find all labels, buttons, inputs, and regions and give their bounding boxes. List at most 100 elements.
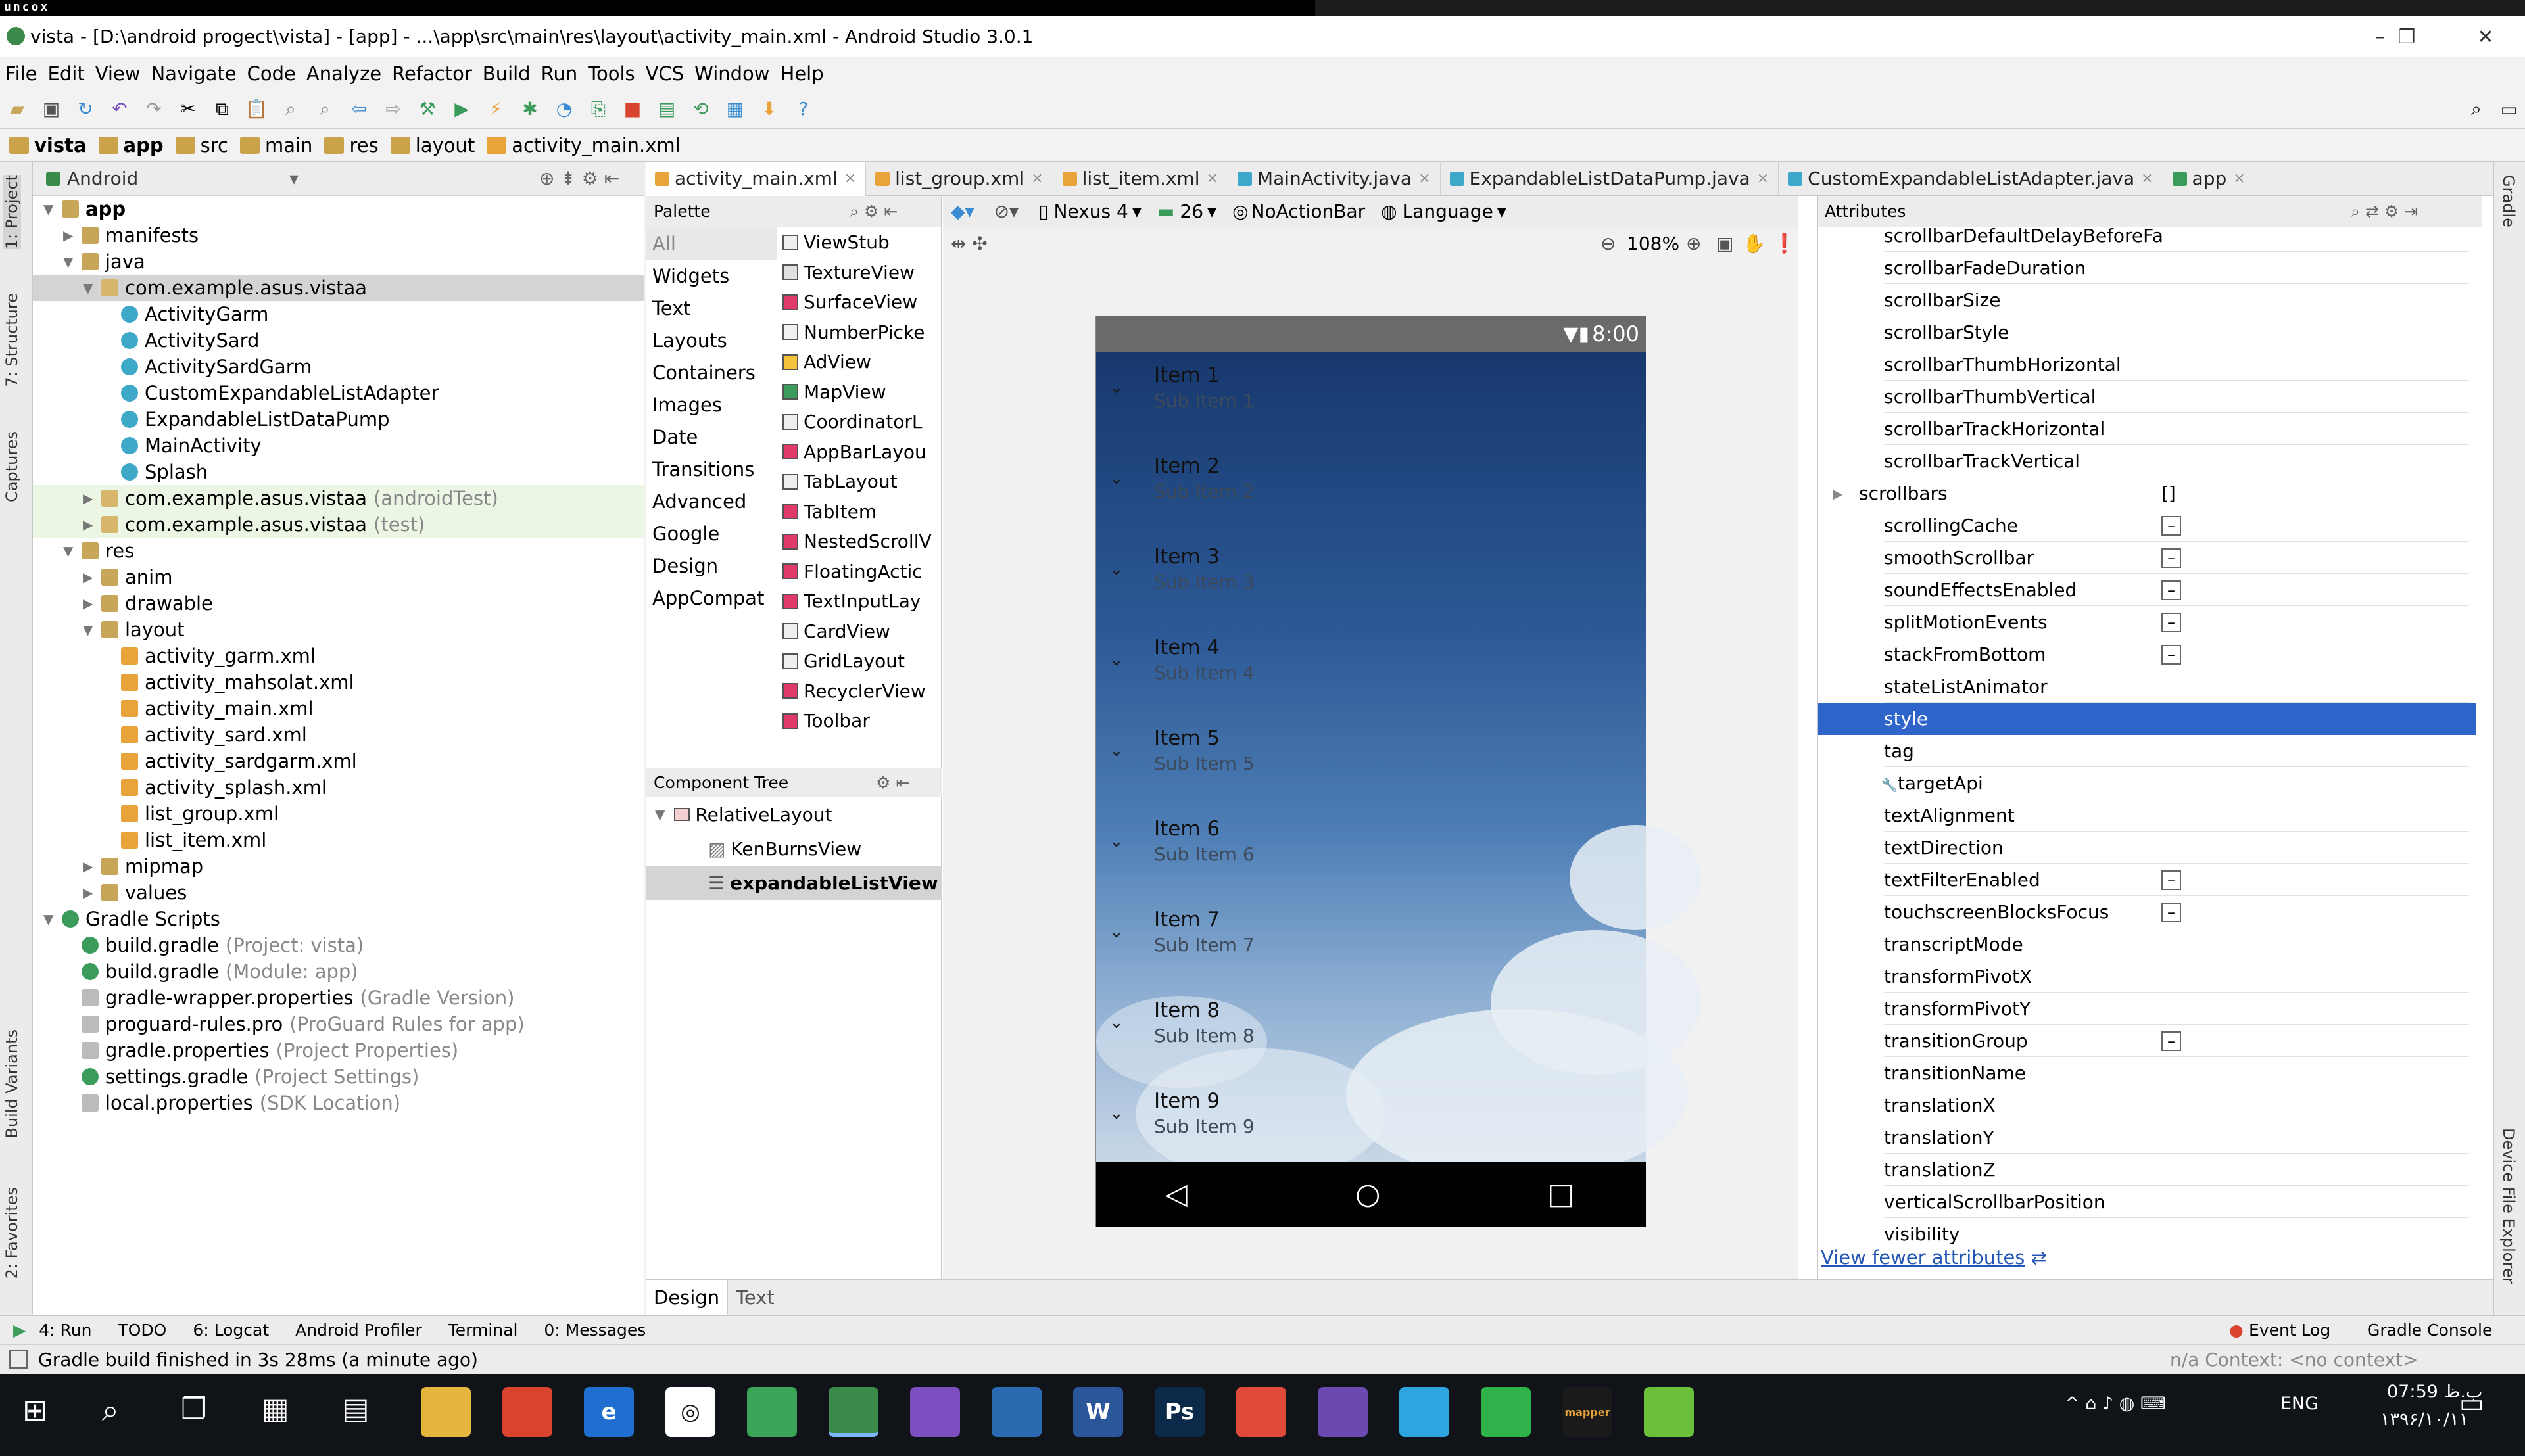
palette-category[interactable]: Advanced (646, 485, 777, 517)
palette-category[interactable]: Images (646, 388, 777, 421)
tree-item[interactable]: MainActivity (33, 433, 644, 459)
menu-view[interactable]: View (95, 62, 141, 85)
list-item[interactable]: ⌄ Item 8 Sub Item 8 (1096, 987, 1646, 1077)
theme-selector[interactable]: NoActionBar (1251, 200, 1366, 222)
attribute-checkbox[interactable]: – (2161, 644, 2181, 665)
close-icon[interactable]: × (1031, 170, 1043, 187)
tree-item[interactable]: gradle-wrapper.properties (Gradle Version… (33, 985, 644, 1011)
chevron-icon[interactable]: ▶ (83, 858, 101, 874)
palette-item[interactable]: CoordinatorL (782, 407, 942, 437)
chevron-icon[interactable]: ▶ (83, 596, 101, 611)
attribute-row[interactable]: scrollbarTrackHorizontal (1818, 413, 2476, 445)
list-item[interactable]: ⌄ Item 2 Sub Item 2 (1096, 442, 1646, 533)
menu-refactor[interactable]: Refactor (392, 62, 472, 85)
chevron-icon[interactable]: ▼ (63, 254, 82, 270)
search-icon[interactable]: ⌕ ⇄ ⚙ ⇥ (2351, 202, 2418, 222)
attribute-checkbox[interactable]: – (2161, 548, 2181, 568)
palette-category[interactable]: Google (646, 517, 777, 550)
palette-category[interactable]: Layouts (646, 324, 777, 356)
tab-mainactivity-java[interactable]: MainActivity.java × (1228, 161, 1441, 196)
back-icon[interactable]: ⇦ (346, 96, 372, 122)
palette-item[interactable]: TabItem (782, 497, 942, 527)
tree-item[interactable]: ▼ java (33, 248, 644, 275)
attribute-row[interactable]: smoothScrollbar – (1818, 542, 2476, 574)
media-icon[interactable]: ◎ (665, 1387, 715, 1437)
pan-icon[interactable]: ⇹ ✣ (951, 233, 988, 254)
photoshop-icon[interactable]: Ps (1155, 1387, 1205, 1437)
avd-manager-icon[interactable]: ▤ (654, 96, 680, 122)
chevron-right-icon[interactable]: ▶ (1833, 486, 1842, 502)
chevron-icon[interactable]: ▶ (63, 227, 82, 243)
palette-item[interactable]: TabLayout (782, 467, 942, 497)
word-icon[interactable]: W (1073, 1387, 1123, 1437)
chevron-icon[interactable]: ▶ (83, 885, 101, 901)
find-icon[interactable]: ⌕ (277, 96, 304, 122)
chevron-icon[interactable]: ▶ (83, 569, 101, 585)
close-button[interactable]: ✕ (2459, 22, 2512, 52)
chevron-icon[interactable]: ▼ (83, 622, 101, 638)
tree-item[interactable]: list_item.xml (33, 827, 644, 853)
tab-event-log[interactable]: Event Log (2249, 1321, 2330, 1340)
tree-item[interactable]: ▶ values (33, 880, 644, 906)
apply-changes-icon[interactable]: ⚡ (483, 96, 509, 122)
menu-analyze[interactable]: Analyze (306, 62, 381, 85)
tab-customexpandablelistadapter-java[interactable]: CustomExpandableListAdapter.java × (1779, 161, 2163, 196)
list-item[interactable]: ⌄ Item 3 Sub Item 3 (1096, 533, 1646, 624)
tree-item[interactable]: ▶ drawable (33, 590, 644, 617)
chevron-icon[interactable]: ▶ (83, 490, 101, 506)
menu-build[interactable]: Build (483, 62, 531, 85)
tab-terminal[interactable]: Terminal (448, 1321, 518, 1340)
sdk-manager-icon[interactable]: ⬇ (756, 96, 782, 122)
palette-item[interactable]: SurfaceView (782, 287, 942, 317)
api-selector[interactable]: 26 (1180, 200, 1203, 222)
home-icon[interactable]: ○ (1355, 1177, 1380, 1211)
palette-item[interactable]: TextInputLay (782, 586, 942, 617)
attribute-row[interactable]: verticalScrollbarPosition (1818, 1186, 2476, 1218)
menu-vcs[interactable]: VCS (646, 62, 685, 85)
chevron-icon[interactable]: ▼ (83, 280, 101, 296)
list-item[interactable]: ⌄ Item 6 Sub Item 6 (1096, 805, 1646, 896)
tree-item[interactable]: gradle.properties (Project Properties) (33, 1037, 644, 1064)
palette-category[interactable]: Design (646, 550, 777, 582)
attribute-checkbox[interactable]: – (2161, 612, 2181, 632)
zoom-fit-icon[interactable]: ▣ (1716, 233, 1733, 254)
attribute-checkbox[interactable]: – (2161, 515, 2181, 536)
tab-gradle[interactable]: Gradle (2499, 175, 2518, 227)
palette-category[interactable]: AppCompat (646, 582, 777, 614)
attach-debugger-icon[interactable]: ⎘ (585, 96, 612, 122)
palette-category[interactable]: Date (646, 421, 777, 453)
language-selector[interactable]: Language (1403, 200, 1493, 222)
tab-gradle-console[interactable]: Gradle Console (2367, 1321, 2492, 1340)
menu-run[interactable]: Run (541, 62, 578, 85)
chevron-icon[interactable]: ▶ (83, 517, 101, 532)
project-structure-icon[interactable]: ▦ (722, 96, 748, 122)
cut-icon[interactable]: ✂ (175, 96, 201, 122)
whatsapp-icon[interactable] (1481, 1387, 1531, 1437)
palette-category[interactable]: Containers (646, 356, 777, 388)
palette-item[interactable]: Toolbar (782, 706, 942, 736)
globe-icon[interactable] (747, 1387, 797, 1437)
tree-item[interactable]: CustomExpandableListAdapter (33, 380, 644, 406)
list-item[interactable]: ⌄ Item 9 Sub Item 9 (1096, 1077, 1646, 1168)
attribute-row[interactable]: translationX (1818, 1089, 2476, 1121)
tree-item[interactable]: Splash (33, 459, 644, 485)
restore-button[interactable]: ❐ (2380, 22, 2433, 52)
replace-icon[interactable]: ⌕ (312, 96, 338, 122)
debug-icon[interactable]: ✱ (517, 96, 543, 122)
palette-item[interactable]: MapView (782, 377, 942, 408)
palette-item[interactable]: NumberPicke (782, 317, 942, 348)
tree-item[interactable]: ▶ mipmap (33, 853, 644, 880)
breadcrumb-item[interactable]: activity_main.xml (487, 134, 681, 156)
tab-android-profiler[interactable]: Android Profiler (295, 1321, 422, 1340)
tree-item[interactable]: list_group.xml (33, 801, 644, 827)
attribute-row[interactable]: translationY (1818, 1121, 2476, 1154)
palette-category[interactable]: Text (646, 292, 777, 324)
chrome-icon[interactable] (502, 1387, 552, 1437)
breadcrumb-item[interactable]: layout (390, 134, 475, 156)
tab-project[interactable]: 1: Project (3, 175, 21, 250)
attribute-row[interactable]: textAlignment (1818, 799, 2476, 832)
palette-category[interactable]: All (646, 227, 777, 260)
palette-category[interactable]: Transitions (646, 453, 777, 485)
tab-todo[interactable]: TODO (118, 1321, 166, 1340)
palette-category[interactable]: Widgets (646, 260, 777, 292)
